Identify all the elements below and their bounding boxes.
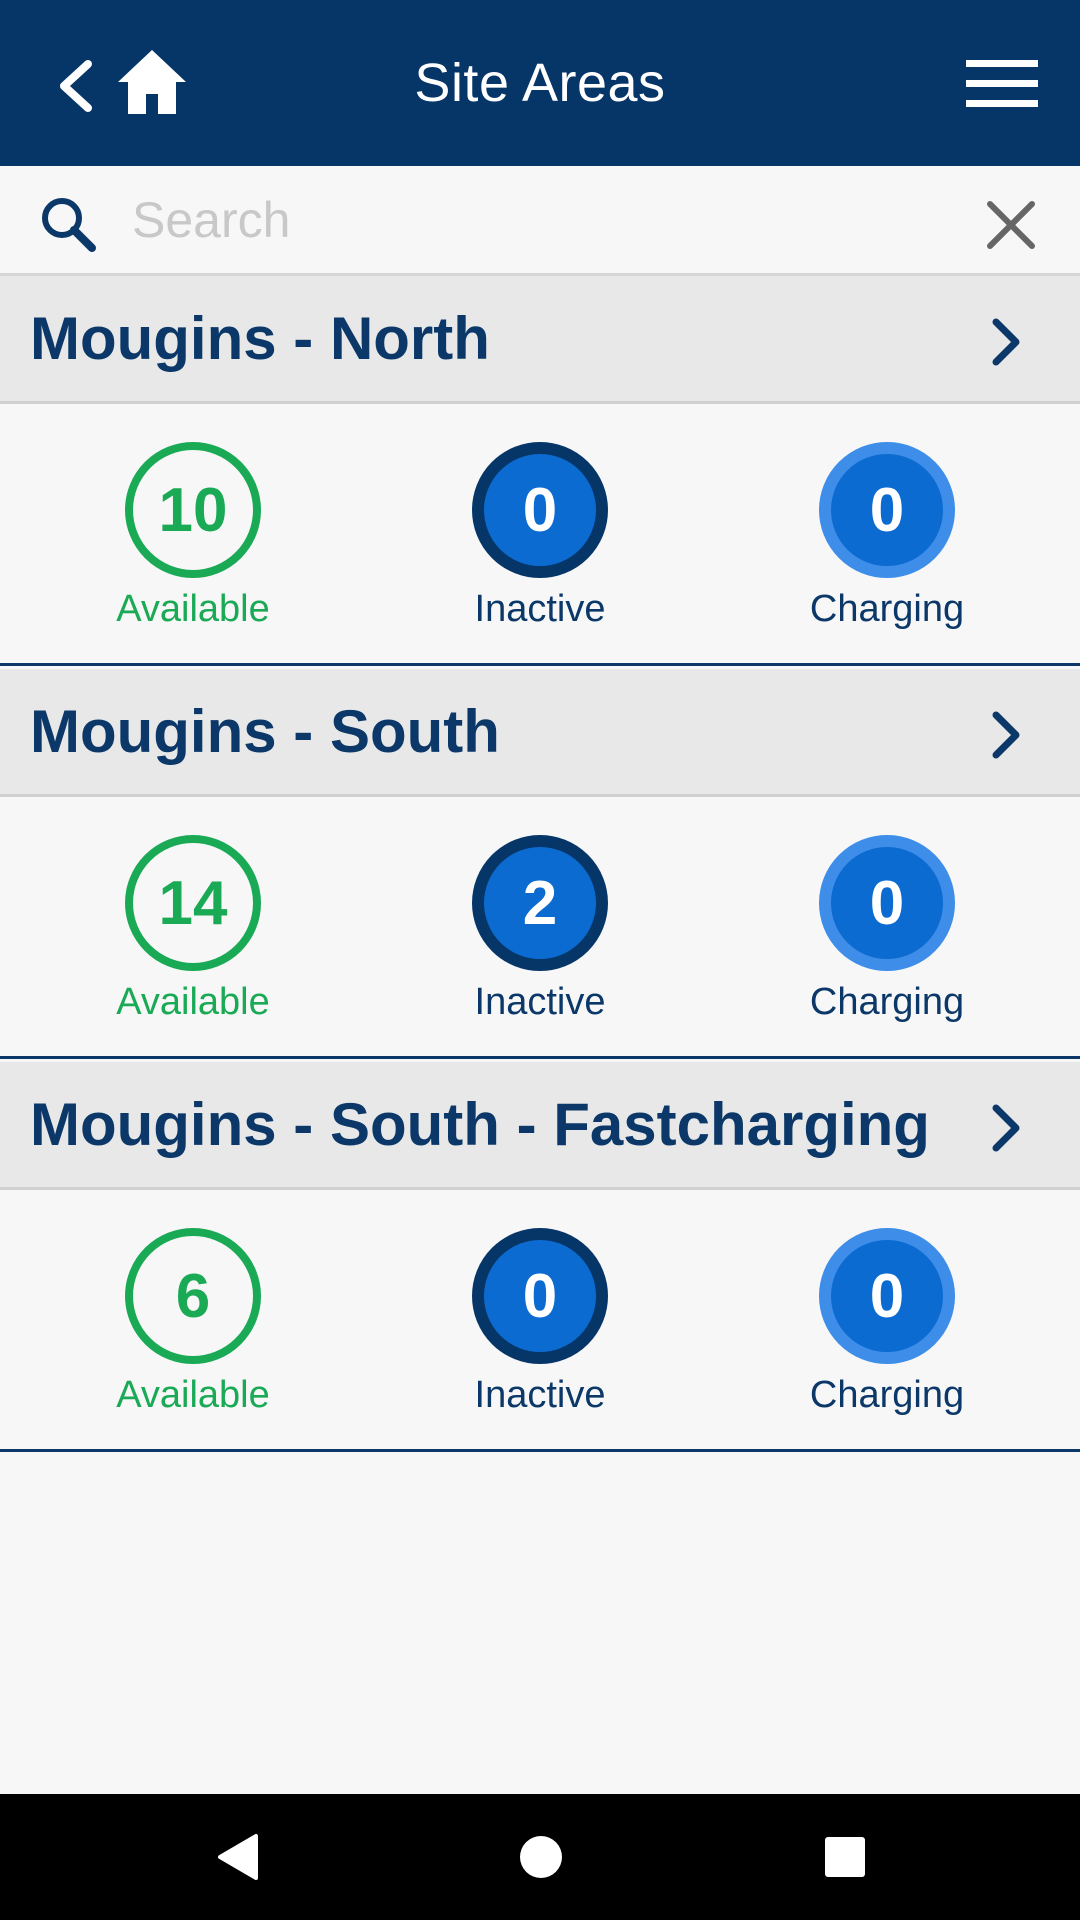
available-stat: 6 Available xyxy=(93,1228,293,1417)
site-area-card: Mougins - South 14 Available 2 Inactive … xyxy=(0,669,1080,1059)
charging-label: Charging xyxy=(809,981,965,1023)
inactive-count-badge: 2 xyxy=(472,835,608,971)
site-area-stats: 10 Available 0 Inactive 0 Charging xyxy=(0,404,1080,666)
site-area-card: Mougins - North 10 Available 0 Inactive … xyxy=(0,276,1080,666)
charging-count-badge: 0 xyxy=(819,442,955,578)
inactive-count-badge: 0 xyxy=(472,1228,608,1364)
available-count-badge: 6 xyxy=(125,1228,261,1364)
app-header: Site Areas xyxy=(0,0,1080,166)
nav-home-icon[interactable] xyxy=(518,1832,564,1882)
page-title: Site Areas xyxy=(414,53,666,113)
charging-label: Charging xyxy=(809,1374,965,1416)
site-area-name: Mougins - North xyxy=(30,305,490,372)
search-input[interactable] xyxy=(132,188,932,252)
inactive-label: Inactive xyxy=(474,981,606,1023)
site-area-stats: 6 Available 0 Inactive 0 Charging xyxy=(0,1190,1080,1452)
available-count-badge: 10 xyxy=(125,442,261,578)
inactive-count-badge: 0 xyxy=(472,442,608,578)
site-area-card: Mougins - South - Fastcharging 6 Availab… xyxy=(0,1062,1080,1452)
charging-stat: 0 Charging xyxy=(787,835,987,1024)
inactive-stat: 0 Inactive xyxy=(440,1228,640,1417)
charging-stat: 0 Charging xyxy=(787,1228,987,1417)
hamburger-menu-icon[interactable] xyxy=(966,58,1038,110)
site-area-name: Mougins - South - Fastcharging xyxy=(30,1091,930,1158)
site-area-stats: 14 Available 2 Inactive 0 Charging xyxy=(0,797,1080,1059)
inactive-label: Inactive xyxy=(474,1374,606,1416)
site-area-header[interactable]: Mougins - South xyxy=(0,669,1080,797)
system-navigation-bar xyxy=(0,1794,1080,1920)
search-bar xyxy=(0,166,1080,276)
close-icon[interactable] xyxy=(982,196,1040,254)
inactive-stat: 0 Inactive xyxy=(440,442,640,631)
search-icon xyxy=(42,198,96,252)
charging-count-badge: 0 xyxy=(819,835,955,971)
charging-count-badge: 0 xyxy=(819,1228,955,1364)
available-label: Available xyxy=(116,1374,270,1416)
available-stat: 14 Available xyxy=(93,835,293,1024)
nav-back-icon[interactable] xyxy=(214,1832,264,1882)
site-area-header[interactable]: Mougins - North xyxy=(0,276,1080,404)
available-label: Available xyxy=(116,588,270,630)
chevron-right-icon xyxy=(992,711,1020,759)
site-area-name: Mougins - South xyxy=(30,698,500,765)
available-count-badge: 14 xyxy=(125,835,261,971)
inactive-stat: 2 Inactive xyxy=(440,835,640,1024)
charging-stat: 0 Charging xyxy=(787,442,987,631)
available-stat: 10 Available xyxy=(93,442,293,631)
nav-recents-icon[interactable] xyxy=(822,1832,868,1882)
charging-label: Charging xyxy=(809,588,965,630)
chevron-right-icon xyxy=(992,1104,1020,1152)
inactive-label: Inactive xyxy=(474,588,606,630)
available-label: Available xyxy=(116,981,270,1023)
site-area-header[interactable]: Mougins - South - Fastcharging xyxy=(0,1062,1080,1190)
chevron-right-icon xyxy=(992,318,1020,366)
